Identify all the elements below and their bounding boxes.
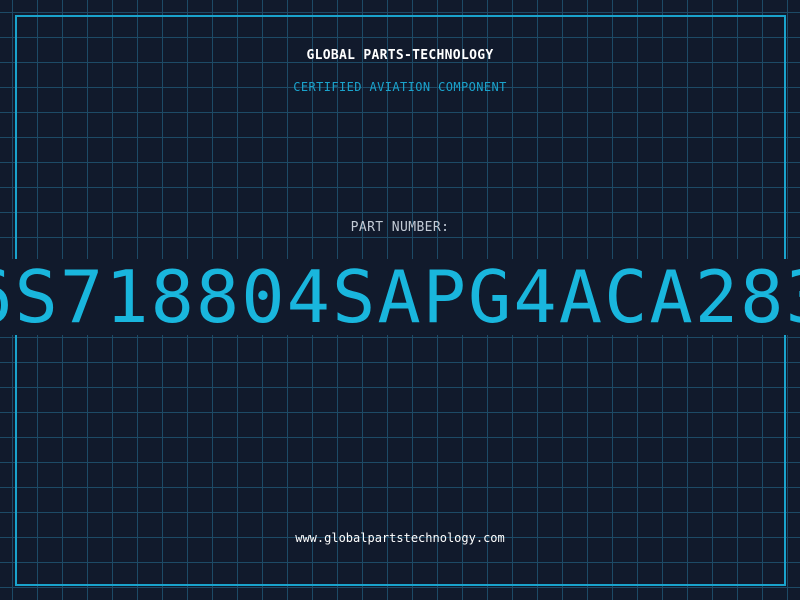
part-number-band: 6S718804SAPG4ACA283 [0, 259, 800, 335]
certification-subtitle: CERTIFIED AVIATION COMPONENT [293, 80, 507, 94]
company-name: GLOBAL PARTS-TECHNOLOGY [306, 48, 494, 63]
part-label-card: GLOBAL PARTS-TECHNOLOGY CERTIFIED AVIATI… [0, 0, 800, 600]
part-number-value: 6S718804SAPG4ACA283 [0, 259, 800, 335]
part-number-label: PART NUMBER: [350, 220, 450, 235]
website-url: www.globalpartstechnology.com [295, 531, 505, 545]
